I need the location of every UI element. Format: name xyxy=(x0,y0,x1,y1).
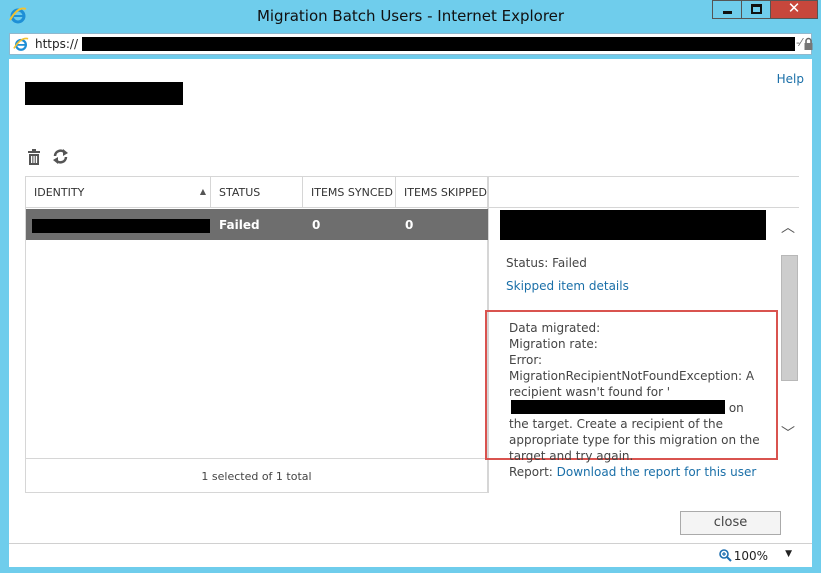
data-migrated-label: Data migrated: xyxy=(509,321,601,335)
report-label: Report: xyxy=(509,465,553,479)
zoom-level[interactable]: 100% xyxy=(734,549,768,563)
page-title-redacted xyxy=(25,82,183,105)
grid-footer-count: 1 selected of 1 total xyxy=(26,458,487,493)
sort-ascending-icon: ▲ xyxy=(199,187,206,196)
zoom-icon xyxy=(719,549,732,562)
address-scheme: https:// xyxy=(35,37,79,51)
window-controls: ✕ xyxy=(712,0,818,19)
column-label: IDENTITY xyxy=(34,186,85,199)
address-bar[interactable]: https:// -⁄ xyxy=(9,33,813,55)
row-items-synced: 0 xyxy=(312,218,321,232)
details-pane: ︿ ﹀ Status: Failed Skipped item details … xyxy=(485,176,799,493)
column-label: ITEMS SKIPPED xyxy=(404,186,488,199)
chevron-down-icon[interactable]: ﹀ xyxy=(781,423,795,443)
maximize-button[interactable] xyxy=(741,0,771,19)
download-report-link[interactable]: Download the report for this user xyxy=(557,465,757,479)
column-header-status[interactable]: STATUS xyxy=(211,177,303,207)
skipped-item-details-link[interactable]: Skipped item details xyxy=(506,279,629,293)
details-scrollbar-thumb[interactable] xyxy=(781,255,798,381)
column-header-items-synced[interactable]: ITEMS SYNCED xyxy=(303,177,396,207)
refresh-icon[interactable] xyxy=(52,148,69,165)
column-header-identity[interactable]: IDENTITY ▲ xyxy=(26,177,211,207)
recipient-redacted xyxy=(511,400,725,414)
maximize-icon xyxy=(751,4,762,14)
error-details: Data migrated: Migration rate: Error: Mi… xyxy=(509,320,767,480)
error-message: Error: MigrationRecipientNotFoundExcepti… xyxy=(509,352,767,464)
users-grid: IDENTITY ▲ STATUS ITEMS SYNCED ITEMS SKI… xyxy=(25,176,489,493)
trash-icon[interactable] xyxy=(27,149,41,165)
minimize-button[interactable] xyxy=(712,0,742,19)
column-label: ITEMS SYNCED xyxy=(311,186,393,199)
dialog-content: Help IDENTITY ▲ STATUS ITEMS SYNCED ITEM… xyxy=(9,59,812,543)
identity-redacted xyxy=(32,219,210,233)
help-link[interactable]: Help xyxy=(777,72,804,86)
address-url-redacted xyxy=(82,37,795,51)
error-message-part1: Error: MigrationRecipientNotFoundExcepti… xyxy=(509,353,755,399)
row-status: Failed xyxy=(219,218,260,232)
window-title: Migration Batch Users - Internet Explore… xyxy=(256,7,565,25)
column-header-items-skipped[interactable]: ITEMS SKIPPED xyxy=(396,177,488,207)
close-icon: ✕ xyxy=(787,0,801,17)
migration-rate-label: Migration rate: xyxy=(509,337,598,351)
close-button[interactable]: close xyxy=(680,511,781,535)
report-line: Report: Download the report for this use… xyxy=(509,464,767,480)
details-title-redacted xyxy=(500,210,766,240)
internet-explorer-icon xyxy=(13,37,29,51)
close-window-button[interactable]: ✕ xyxy=(770,0,818,19)
lock-icon[interactable] xyxy=(804,37,813,51)
table-row[interactable]: Failed 0 0 xyxy=(26,209,489,240)
minimize-icon xyxy=(723,11,732,14)
column-label: STATUS xyxy=(219,186,261,199)
details-status: Status: Failed xyxy=(506,256,587,270)
status-bar: 100% ▼ xyxy=(9,543,812,567)
details-header xyxy=(489,177,799,208)
grid-header: IDENTITY ▲ STATUS ITEMS SYNCED ITEMS SKI… xyxy=(26,177,488,208)
window-titlebar[interactable]: Migration Batch Users - Internet Explore… xyxy=(0,0,821,31)
chevron-down-icon[interactable]: ▼ xyxy=(785,549,792,559)
address-trailing: -⁄ xyxy=(796,36,802,49)
row-items-skipped: 0 xyxy=(405,218,414,232)
chevron-up-icon[interactable]: ︿ xyxy=(781,217,795,237)
